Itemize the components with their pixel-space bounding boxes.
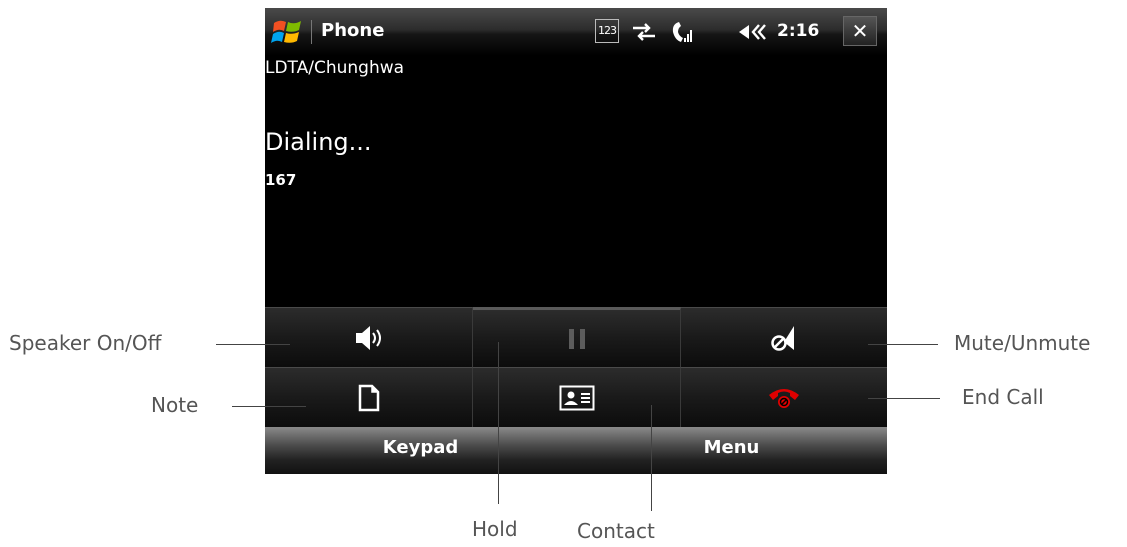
contact-leader-line — [651, 405, 652, 511]
speaker-leader-line — [216, 344, 290, 345]
app-title: Phone — [321, 20, 385, 41]
note-annotation: Note — [151, 393, 199, 417]
contact-button[interactable] — [473, 367, 681, 427]
volume-icon[interactable] — [737, 21, 767, 43]
note-leader-line — [232, 406, 306, 407]
speaker-button[interactable] — [265, 307, 473, 367]
keypad-softkey[interactable]: Keypad — [265, 437, 576, 458]
dialed-number: 167 — [265, 171, 297, 189]
mute-button[interactable] — [681, 307, 887, 367]
end-call-leader-line — [868, 398, 940, 399]
pause-icon — [568, 328, 585, 349]
clock: 2:16 — [777, 21, 820, 41]
phone-signal-icon[interactable] — [669, 18, 695, 46]
hold-button[interactable] — [473, 307, 681, 367]
mute-annotation: Mute/Unmute — [954, 331, 1091, 355]
softkey-bar: Keypad Menu — [265, 427, 887, 474]
input-mode-icon[interactable]: 123 — [595, 19, 619, 43]
close-button[interactable]: ✕ — [843, 16, 877, 46]
windows-start-icon[interactable] — [271, 16, 305, 48]
operator-name: LDTA/Chunghwa — [265, 58, 405, 78]
end-call-icon — [769, 388, 799, 408]
connectivity-icon[interactable] — [631, 22, 657, 42]
hold-annotation: Hold — [472, 517, 518, 541]
stage: Phone 123 2:16 ✕ LDTA/Chunghwa Dialing.. — [0, 0, 1127, 547]
call-status: Dialing... — [265, 128, 372, 156]
contact-card-icon — [559, 385, 594, 410]
mute-icon — [771, 325, 794, 351]
speaker-icon — [355, 325, 381, 350]
hold-leader-line — [498, 342, 499, 504]
title-bar: Phone 123 2:16 ✕ — [265, 8, 887, 56]
end-call-annotation: End Call — [962, 385, 1044, 409]
mute-leader-line — [868, 344, 938, 345]
title-separator — [311, 20, 312, 44]
note-icon — [358, 384, 379, 411]
call-controls — [265, 307, 887, 427]
phone-screen: Phone 123 2:16 ✕ LDTA/Chunghwa Dialing.. — [265, 8, 887, 474]
contact-annotation: Contact — [577, 519, 655, 543]
end-call-button[interactable] — [681, 367, 887, 427]
menu-softkey[interactable]: Menu — [576, 437, 887, 458]
note-button[interactable] — [265, 367, 473, 427]
speaker-annotation: Speaker On/Off — [9, 331, 162, 355]
